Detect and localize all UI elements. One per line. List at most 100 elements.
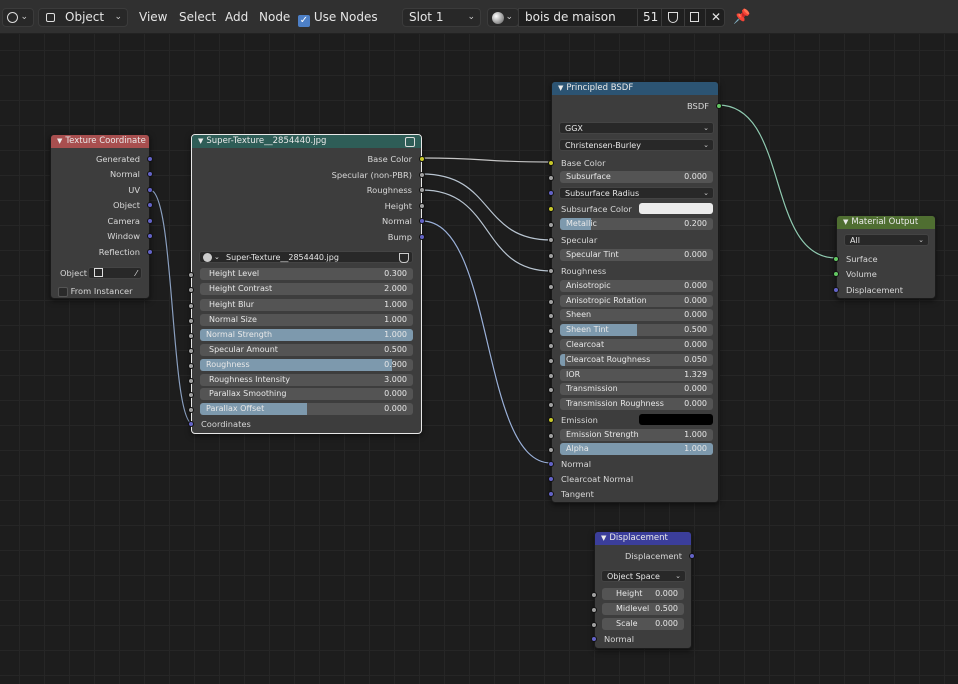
height-field[interactable]: Height 0.000 [602, 588, 684, 600]
input-socket[interactable] [188, 303, 194, 309]
input-socket[interactable] [188, 333, 194, 339]
output-socket[interactable] [419, 156, 425, 162]
alpha-field[interactable]: Alpha 1.000 [560, 443, 713, 455]
collapse-arrow-icon[interactable]: ▼ [198, 137, 203, 145]
emission-strength-field[interactable]: Emission Strength 1.000 [560, 429, 713, 441]
param-field[interactable]: Roughness 0.900 [200, 359, 413, 371]
collapse-arrow-icon[interactable]: ▼ [57, 137, 62, 145]
param-field[interactable]: Transmission Roughness 0.000 [560, 398, 713, 410]
material-browse-button[interactable]: ⌄ [487, 8, 519, 27]
material-output-node[interactable]: ▼ Material Output All ⌄ Surface Volume Dis… [833, 215, 936, 299]
input-socket[interactable] [188, 348, 194, 354]
duplicate-material-button[interactable] [684, 8, 706, 27]
menu-node[interactable]: Node [259, 8, 290, 27]
input-socket[interactable] [591, 607, 597, 613]
node-header[interactable]: ▼ Displacement [595, 532, 691, 545]
output-socket[interactable] [419, 203, 425, 209]
node-header[interactable]: ▼ Principled BSDF [552, 82, 718, 95]
mode-selector[interactable]: Object ⌄ [38, 8, 128, 27]
image-selector[interactable]: ⌄ Super-Texture__2854440.jpg [199, 251, 413, 263]
param-field[interactable]: Parallax Smoothing 0.000 [200, 388, 413, 400]
specular-tint-field[interactable]: Specular Tint 0.000 [560, 249, 713, 261]
input-socket[interactable] [548, 222, 554, 228]
input-socket[interactable] [548, 476, 554, 482]
param-field[interactable]: Parallax Offset 0.000 [200, 403, 413, 415]
param-field[interactable]: Clearcoat 0.000 [560, 339, 713, 351]
use-nodes-toggle[interactable]: ✓ Use Nodes [298, 8, 378, 27]
material-name-field[interactable]: bois de maison [518, 8, 638, 27]
output-socket[interactable] [147, 156, 153, 162]
subsurface-method-dropdown[interactable]: Christensen-Burley ⌄ [559, 139, 714, 151]
node-group-icon[interactable] [405, 137, 415, 147]
input-socket[interactable] [188, 363, 194, 369]
input-socket[interactable] [548, 433, 554, 439]
input-socket[interactable] [591, 636, 597, 642]
input-socket[interactable] [188, 392, 194, 398]
output-socket[interactable] [419, 218, 425, 224]
from-instancer-toggle[interactable]: From Instancer [58, 284, 149, 298]
node-header[interactable]: ▼ Material Output [837, 216, 935, 229]
subsurface-field[interactable]: Subsurface 0.000 [560, 171, 713, 183]
input-socket[interactable] [548, 299, 554, 305]
param-field[interactable]: Height Contrast 2.000 [200, 283, 413, 295]
input-socket[interactable] [833, 287, 839, 293]
param-field[interactable]: Anisotropic 0.000 [560, 280, 713, 292]
user-count[interactable]: 51 [637, 8, 662, 27]
input-socket[interactable] [548, 491, 554, 497]
param-field[interactable]: Height Blur 1.000 [200, 299, 413, 311]
principled-bsdf-node[interactable]: ▼ Principled BSDF BSDF GGX ⌄ Christensen-B… [548, 81, 722, 503]
displacement-node[interactable]: ▼ Displacement Displacement Object Space ⌄… [591, 531, 695, 649]
param-field[interactable]: Normal Size 1.000 [200, 314, 413, 326]
input-socket[interactable] [591, 592, 597, 598]
subsurface-radius-dropdown[interactable]: Subsurface Radius ⌄ [559, 187, 714, 199]
image-browse-icon[interactable] [203, 253, 212, 262]
slot-selector[interactable]: Slot 1 ⌄ [402, 8, 481, 27]
input-socket[interactable] [548, 253, 554, 259]
space-dropdown[interactable]: Object Space ⌄ [601, 570, 686, 582]
param-field[interactable]: Transmission 0.000 [560, 383, 713, 395]
collapse-arrow-icon[interactable]: ▼ [601, 534, 606, 542]
checkbox-icon[interactable]: ✓ [298, 15, 310, 27]
param-field[interactable]: IOR 1.329 [560, 369, 713, 381]
emission-color-swatch[interactable] [639, 414, 713, 425]
input-socket[interactable] [548, 190, 554, 196]
param-field[interactable]: Sheen Tint 0.500 [560, 324, 713, 336]
input-socket[interactable] [548, 160, 554, 166]
param-field[interactable]: Sheen 0.000 [560, 309, 713, 321]
output-socket[interactable] [716, 103, 722, 109]
output-socket[interactable] [689, 553, 695, 559]
input-socket[interactable] [548, 417, 554, 423]
param-field[interactable]: Height Level 0.300 [200, 268, 413, 280]
fake-user-button[interactable] [661, 8, 685, 27]
input-socket[interactable] [548, 343, 554, 349]
checkbox[interactable] [58, 286, 68, 297]
input-socket[interactable] [548, 447, 554, 453]
eyedropper-icon[interactable]: ⁄ [136, 268, 137, 279]
input-socket[interactable] [188, 318, 194, 324]
input-socket[interactable] [833, 271, 839, 277]
output-socket[interactable] [419, 187, 425, 193]
input-socket[interactable] [833, 256, 839, 262]
metallic-field[interactable]: Metallic 0.200 [560, 218, 713, 230]
output-socket[interactable] [147, 218, 153, 224]
menu-add[interactable]: Add [225, 8, 248, 27]
scale-field[interactable]: Scale 0.000 [602, 618, 684, 630]
texture-coordinate-node[interactable]: ▼ Texture Coordinate Generated Normal UV … [50, 134, 153, 299]
menu-view[interactable]: View [139, 8, 167, 27]
shield-icon[interactable] [399, 253, 409, 263]
output-socket[interactable] [147, 249, 153, 255]
target-dropdown[interactable]: All ⌄ [844, 234, 929, 246]
subsurface-color-swatch[interactable] [639, 203, 713, 214]
param-field[interactable]: Normal Strength 1.000 [200, 329, 413, 341]
input-socket[interactable] [548, 175, 554, 181]
param-field[interactable]: Roughness Intensity 3.000 [200, 374, 413, 386]
input-socket[interactable] [591, 622, 597, 628]
editor-type-selector[interactable]: ⌄ [2, 8, 34, 27]
input-socket[interactable] [548, 313, 554, 319]
output-socket[interactable] [147, 233, 153, 239]
unlink-material-button[interactable]: ✕ [705, 8, 725, 27]
input-socket[interactable] [188, 407, 194, 413]
node-canvas[interactable] [0, 34, 958, 684]
output-socket[interactable] [147, 202, 153, 208]
input-socket[interactable] [188, 272, 194, 278]
